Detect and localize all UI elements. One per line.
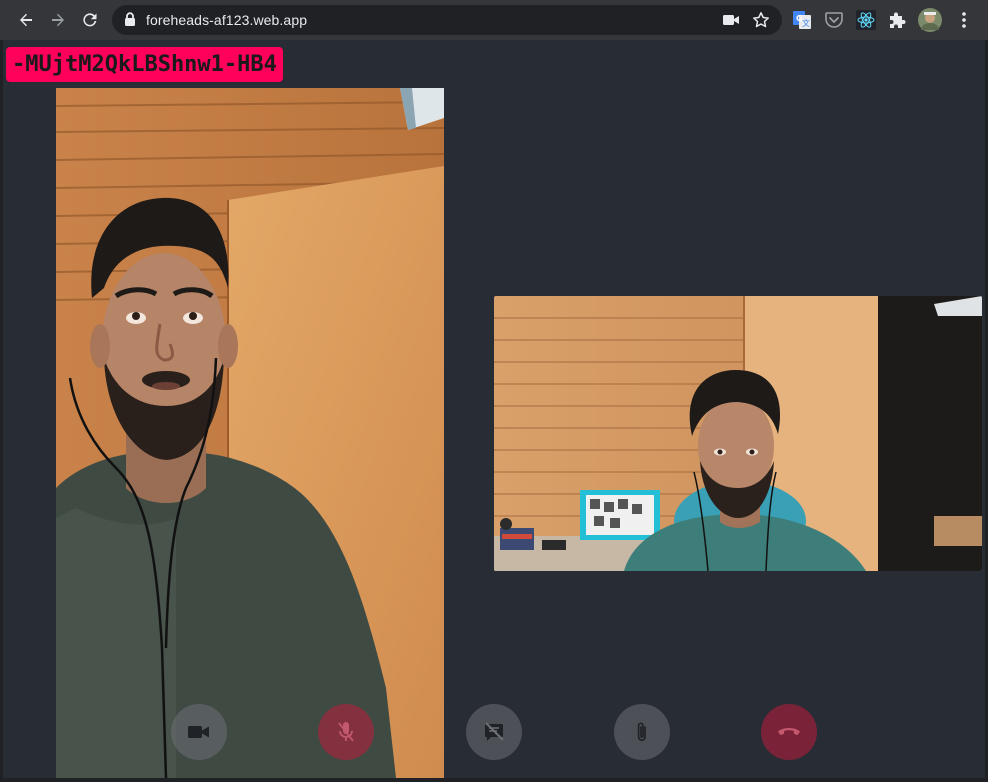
avatar[interactable] <box>918 8 942 32</box>
room-id-badge: -MUjtM2QkLBShnw1-HB4 <box>6 47 283 82</box>
toggle-mic-button[interactable] <box>318 704 374 760</box>
reload-button[interactable] <box>76 6 104 34</box>
microphone-off-icon <box>338 722 354 742</box>
window-bottom-border <box>0 778 988 782</box>
browser-toolbar: foreheads-af123.web.app G 文 <box>0 0 988 40</box>
svg-text:文: 文 <box>802 18 810 28</box>
lock-icon <box>125 12 135 26</box>
puzzle-piece-icon[interactable] <box>888 10 908 30</box>
reload-icon <box>83 13 97 27</box>
back-button[interactable] <box>12 6 40 34</box>
address-bar[interactable]: foreheads-af123.web.app <box>112 5 782 35</box>
forward-button[interactable] <box>44 6 72 34</box>
phone-hangup-icon <box>778 728 800 736</box>
hang-up-button[interactable] <box>761 704 817 760</box>
star-icon[interactable] <box>752 11 770 29</box>
local-video-frame <box>494 296 982 571</box>
toggle-chat-button[interactable] <box>466 704 522 760</box>
video-camera-icon <box>188 726 209 738</box>
toggle-camera-button[interactable] <box>171 704 227 760</box>
paperclip-icon <box>637 722 646 741</box>
chat-off-icon <box>485 722 504 741</box>
remote-video-frame <box>56 88 444 778</box>
back-arrow-icon <box>20 13 32 27</box>
remote-video <box>56 88 444 778</box>
react-devtools-icon[interactable] <box>856 10 876 30</box>
kebab-menu-icon[interactable] <box>954 10 974 30</box>
camera-in-use-icon[interactable] <box>722 11 740 29</box>
translate-icon[interactable]: G 文 <box>792 10 812 30</box>
url-text: foreheads-af123.web.app <box>146 12 308 28</box>
forward-arrow-icon <box>52 13 64 27</box>
pocket-icon[interactable] <box>824 10 844 30</box>
local-video <box>494 296 982 571</box>
attach-file-button[interactable] <box>614 704 670 760</box>
